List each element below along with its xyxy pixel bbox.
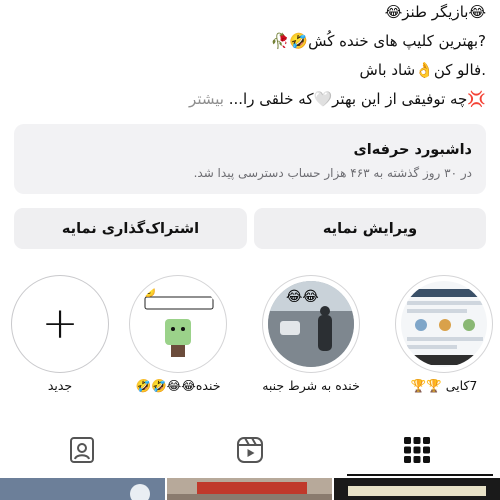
dashboard-title: داشبورد حرفه‌ای [353,142,472,158]
new-highlight-circle: + [11,275,109,373]
dashboard-subtitle: در ۳۰ روز گذشته به ۴۶۳ هزار حساب دسترسی … [193,166,472,180]
tagged-icon [70,437,94,463]
bio-more-link[interactable]: بیشتر [189,90,224,108]
posts-grid [0,478,500,500]
svg-text:😂😂: 😂😂 [286,289,319,305]
edit-profile-button[interactable]: ویرایش نمایه [254,208,486,249]
svg-text:🙂: 🙂 [141,284,156,298]
tab-grid[interactable] [399,432,435,468]
highlight-label: خنده😂😂🤣🤣 [135,378,221,393]
profile-bio: 😂بازیگر طنز😂 ?بهترین کلیپ های خنده کُش🤣🥀… [14,0,486,114]
highlight-label: 7کایی 🏆🏆 [410,378,478,393]
bio-line-4: 💢چه توفیقی از این بهتر🤍که خلقی را... بیش… [14,85,486,114]
highlight-image-screenshot [401,281,487,367]
tab-tagged[interactable] [64,432,100,468]
highlight-khandeh-sharte-jonbeh[interactable]: 😂😂 خنده به شرط جنبه [261,275,361,395]
highlight-khandeh[interactable]: 🙂 خنده😂😂🤣🤣 [128,275,228,395]
highlight-image-street: 😂😂 [268,281,354,367]
post-thumbnail[interactable] [334,478,500,500]
active-tab-indicator [347,474,493,476]
highlight-cover [395,275,493,373]
highlight-cover: 🙂 [129,275,227,373]
bio-line-3: .فالو کن👌شاد باش [359,61,486,79]
tab-reels[interactable] [232,432,268,468]
professional-dashboard-card[interactable]: داشبورد حرفه‌ای در ۳۰ روز گذشته به ۴۶۳ ه… [14,124,486,194]
post-thumbnail[interactable] [167,478,332,500]
highlight-cover: 😂😂 [262,275,360,373]
bio-line-1: 😂بازیگر طنز😂 [384,3,486,21]
reels-icon [237,437,263,463]
new-highlight-label: جدید [47,378,73,393]
highlight-label: خنده به شرط جنبه [262,378,360,393]
plus-icon: + [41,298,79,349]
highlight-7kayi[interactable]: 7کایی 🏆🏆 [394,275,494,395]
post-thumbnail[interactable] [0,478,165,500]
new-highlight-button[interactable]: + جدید [10,275,110,395]
share-profile-button[interactable]: اشتراک‌گذاری نمایه [14,208,247,249]
profile-tabs [0,426,500,476]
highlight-image-cartoon: 🙂 [135,281,221,367]
grid-icon [404,437,430,463]
bio-line-2: ?بهترین کلیپ های خنده کُش🤣🥀 [270,32,486,50]
bio-line-4-text: 💢چه توفیقی از این بهتر🤍که خلقی را... [228,90,486,108]
